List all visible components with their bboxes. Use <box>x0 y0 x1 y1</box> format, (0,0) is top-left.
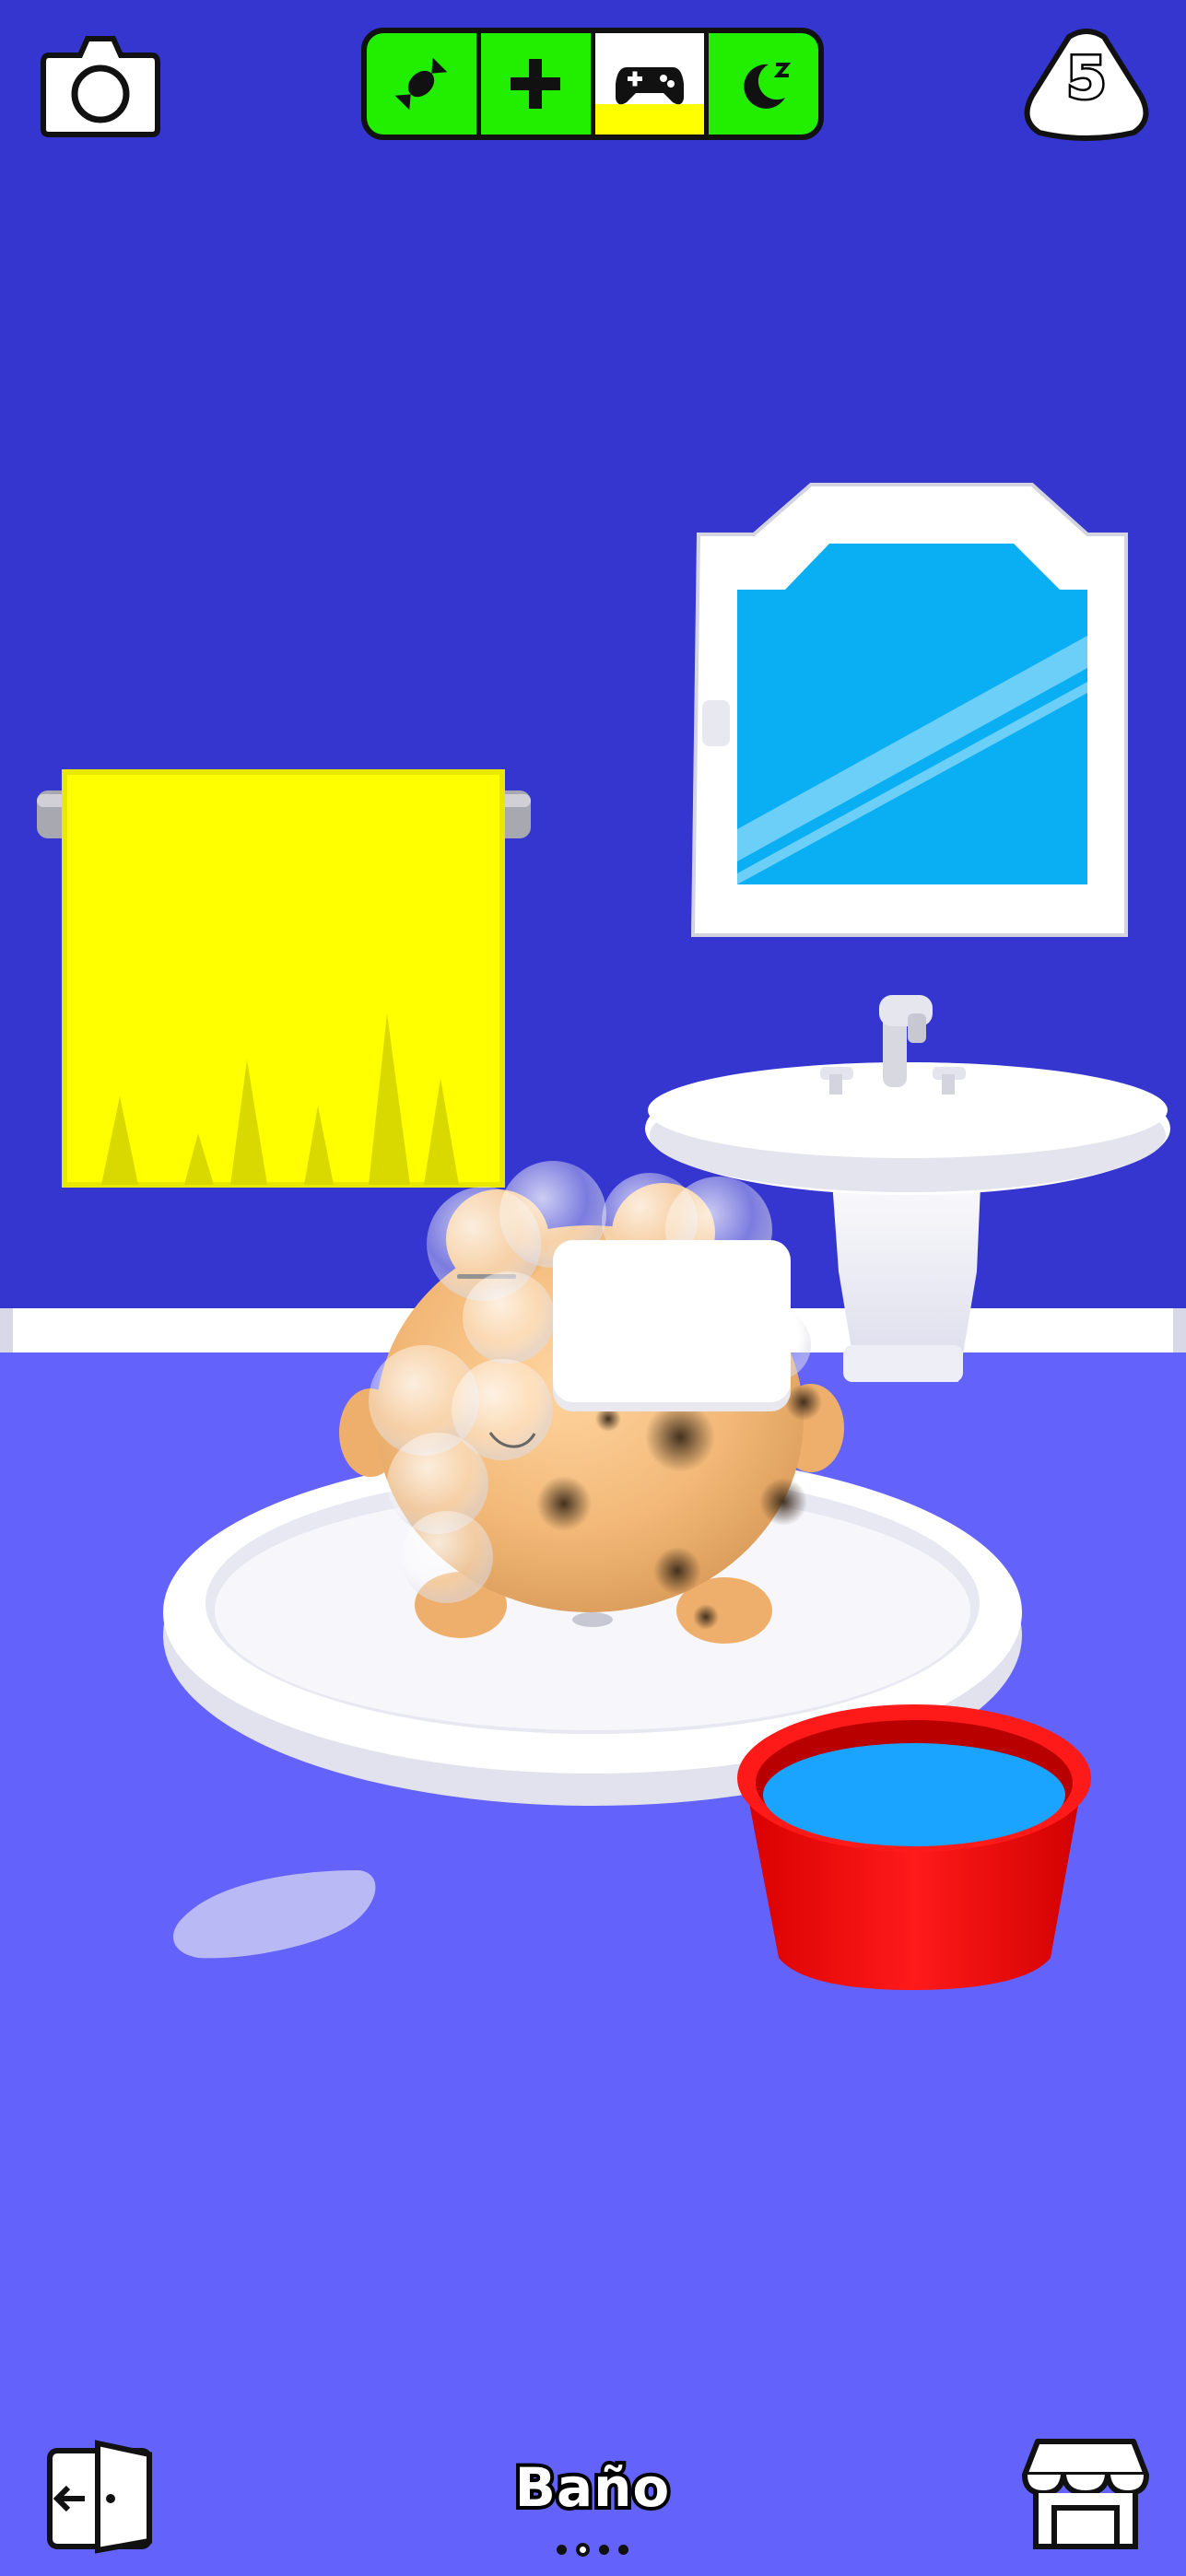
level-badge[interactable]: 5 <box>1021 28 1152 144</box>
need-health[interactable] <box>480 33 591 135</box>
needs-bar <box>361 28 824 140</box>
page-dot[interactable] <box>557 2544 567 2555</box>
page-dot[interactable] <box>599 2544 609 2555</box>
room-name: Baño <box>511 2453 673 2523</box>
camera-button[interactable] <box>35 28 166 140</box>
plus-icon <box>511 59 561 109</box>
candy-icon <box>395 57 448 111</box>
shop-icon <box>1022 2439 1149 2549</box>
gamepad-icon <box>615 67 684 105</box>
need-energy[interactable] <box>709 33 818 135</box>
need-fun[interactable] <box>594 33 705 135</box>
exit-door-icon <box>47 2440 152 2554</box>
bathroom-scene: 5 Baño <box>0 0 1186 2576</box>
page-dot[interactable] <box>618 2544 628 2555</box>
page-dot-active[interactable] <box>576 2542 590 2557</box>
camera-icon <box>41 36 160 137</box>
room-background <box>0 0 1186 2576</box>
exit-button[interactable] <box>42 2438 159 2554</box>
moon-sleep-icon <box>743 63 791 109</box>
level-number: 5 <box>1064 42 1109 114</box>
water-bucket[interactable] <box>737 1704 1091 1990</box>
sponge[interactable] <box>553 1240 791 1411</box>
mirror <box>690 483 1128 937</box>
need-food[interactable] <box>367 33 476 135</box>
room-page-indicator <box>546 2539 639 2559</box>
shop-button[interactable] <box>1021 2432 1150 2554</box>
towel[interactable] <box>62 769 505 1188</box>
